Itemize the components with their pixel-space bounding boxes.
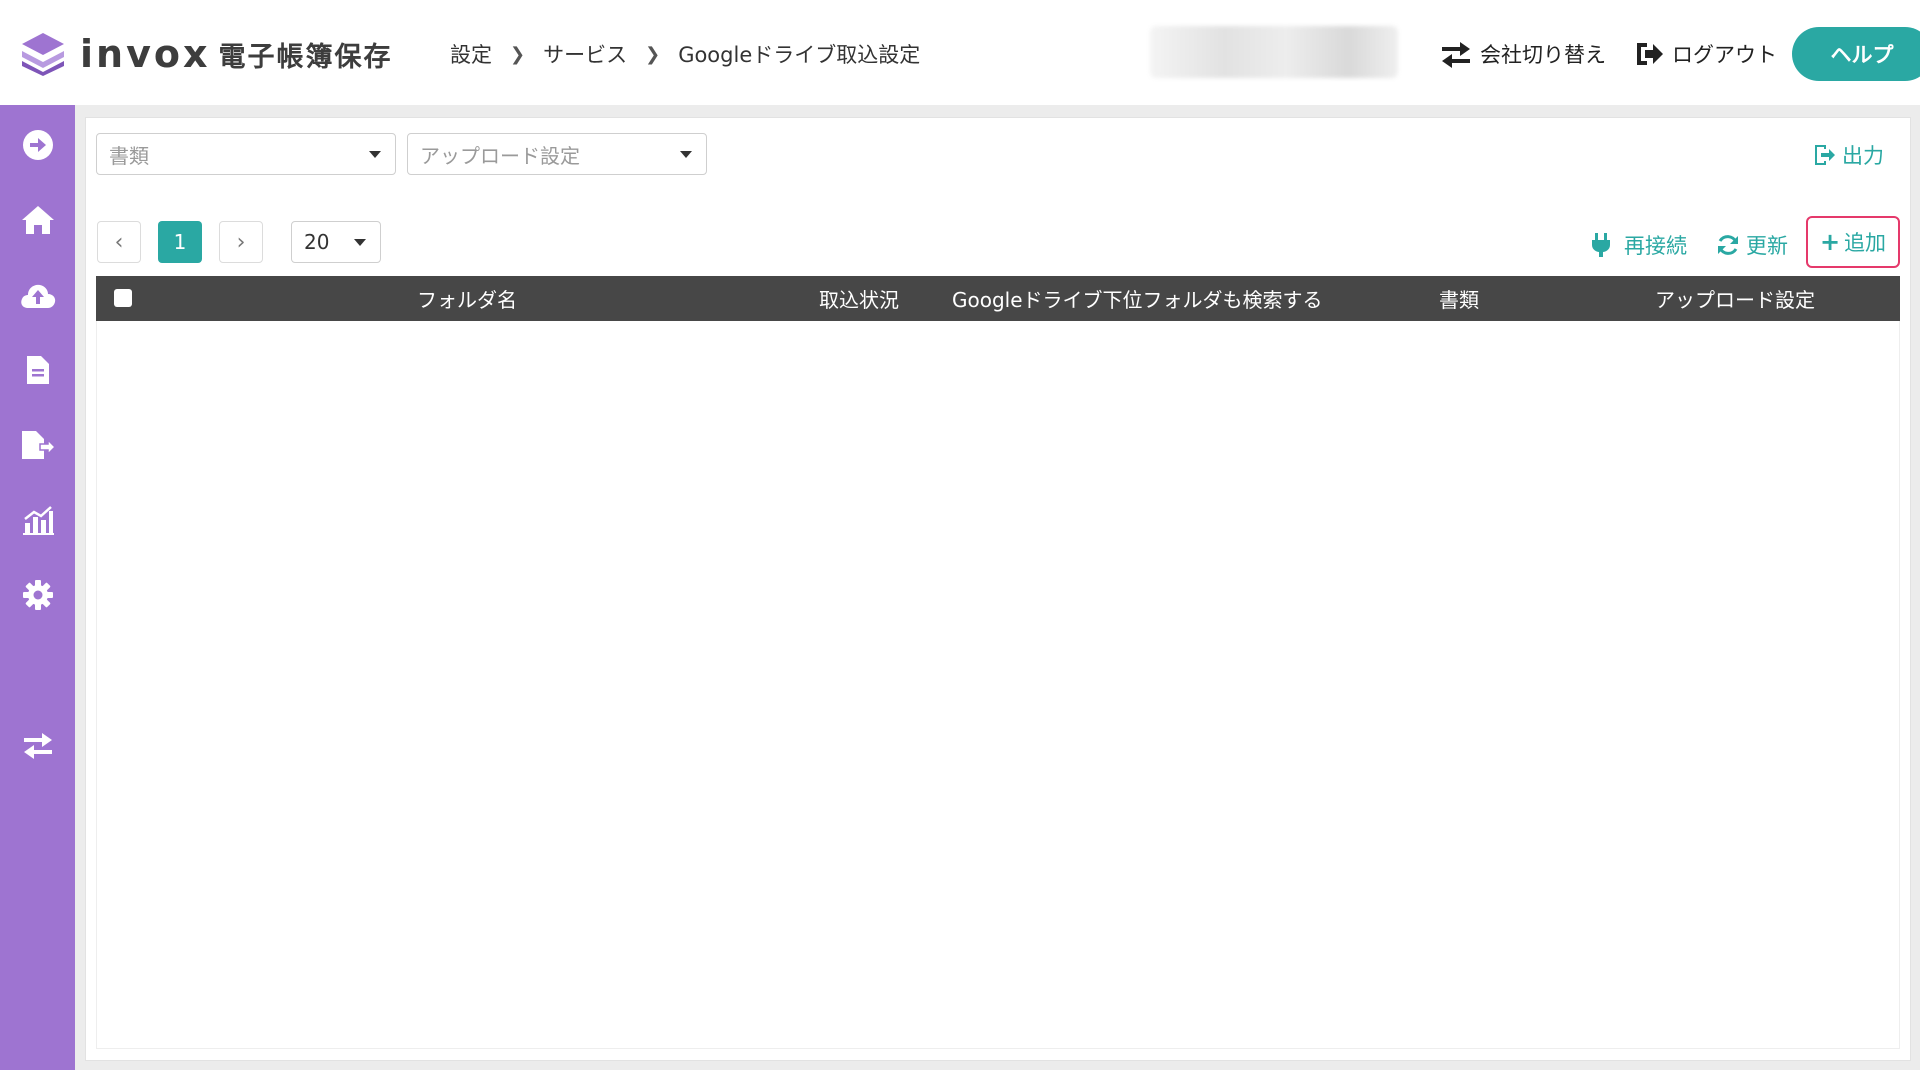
- document-export-icon[interactable]: [18, 425, 58, 465]
- sidebar: [0, 105, 75, 1070]
- column-header-document[interactable]: 書類: [1439, 276, 1479, 321]
- reconnect-button[interactable]: 再接続: [1590, 230, 1687, 260]
- export-button[interactable]: 出力: [1812, 140, 1884, 170]
- column-header-search-subfolders[interactable]: Googleドライブ下位フォルダも検索する: [952, 276, 1323, 321]
- caret-down-icon: [369, 151, 381, 158]
- table-body: [96, 321, 1900, 1049]
- caret-down-icon: [354, 239, 366, 246]
- page-size-select[interactable]: 20: [291, 221, 381, 263]
- arrow-circle-right-icon[interactable]: [18, 125, 58, 165]
- chevron-right-icon: ❯: [645, 43, 661, 65]
- plus-icon: +: [1819, 228, 1841, 256]
- upload-setting-filter-placeholder: アップロード設定: [420, 143, 580, 168]
- gear-icon[interactable]: [18, 575, 58, 615]
- breadcrumb-item-services[interactable]: サービス: [543, 39, 627, 69]
- column-header-upload-setting[interactable]: アップロード設定: [1655, 276, 1815, 321]
- next-page-button[interactable]: ›: [219, 221, 263, 263]
- logout-label: ログアウト: [1672, 43, 1777, 67]
- refresh-label: 更新: [1746, 234, 1788, 258]
- chevron-right-icon: ›: [236, 229, 246, 255]
- switch-icon: [1442, 42, 1470, 68]
- export-icon: [1815, 145, 1835, 165]
- export-label: 出力: [1842, 144, 1884, 168]
- reconnect-label: 再接続: [1624, 234, 1687, 258]
- plug-icon: [1592, 233, 1610, 257]
- document-icon[interactable]: [18, 350, 58, 390]
- home-icon[interactable]: [18, 200, 58, 240]
- layers-logo-icon: [22, 33, 64, 76]
- prev-page-button[interactable]: ‹: [97, 221, 141, 263]
- refresh-icon: [1718, 235, 1738, 255]
- top-header: invox 電子帳簿保存 設定 ❯ サービス ❯ Googleドライブ取込設定 …: [0, 0, 1920, 106]
- caret-down-icon: [680, 151, 692, 158]
- switch-icon[interactable]: [18, 725, 58, 765]
- logo-subtitle: 電子帳簿保存: [218, 41, 393, 73]
- chart-icon[interactable]: [18, 500, 58, 540]
- breadcrumb-item-current: Googleドライブ取込設定: [678, 43, 921, 67]
- switch-company-button[interactable]: 会社切り替え: [1440, 34, 1606, 74]
- upload-setting-filter-select[interactable]: アップロード設定: [407, 133, 707, 175]
- help-button[interactable]: ヘルプ: [1792, 27, 1920, 81]
- column-header-folder-name[interactable]: フォルダ名: [417, 276, 517, 321]
- document-filter-select[interactable]: 書類: [96, 133, 396, 175]
- logout-button[interactable]: ログアウト: [1634, 34, 1777, 74]
- breadcrumb: 設定 ❯ サービス ❯ Googleドライブ取込設定: [450, 38, 920, 70]
- add-label: 追加: [1844, 231, 1887, 255]
- company-name-redacted: [1150, 26, 1398, 78]
- logo-text: invox: [80, 32, 211, 76]
- chevron-left-icon: ‹: [114, 229, 124, 255]
- add-button[interactable]: + 追加: [1806, 216, 1900, 268]
- app-logo[interactable]: invox 電子帳簿保存: [20, 30, 392, 78]
- page-size-value: 20: [304, 230, 330, 254]
- refresh-button[interactable]: 更新: [1716, 230, 1788, 260]
- logout-icon: [1637, 43, 1663, 65]
- table-header: フォルダ名 取込状況 Googleドライブ下位フォルダも検索する 書類 アップロ…: [96, 276, 1900, 321]
- cloud-upload-icon[interactable]: [18, 275, 58, 315]
- column-header-import-status[interactable]: 取込状況: [819, 276, 899, 321]
- breadcrumb-item-settings[interactable]: 設定: [450, 39, 492, 69]
- chevron-right-icon: ❯: [510, 43, 526, 65]
- current-page-button[interactable]: 1: [158, 221, 202, 263]
- switch-company-label: 会社切り替え: [1480, 43, 1606, 67]
- select-all-checkbox[interactable]: [114, 289, 132, 307]
- document-filter-placeholder: 書類: [109, 143, 149, 168]
